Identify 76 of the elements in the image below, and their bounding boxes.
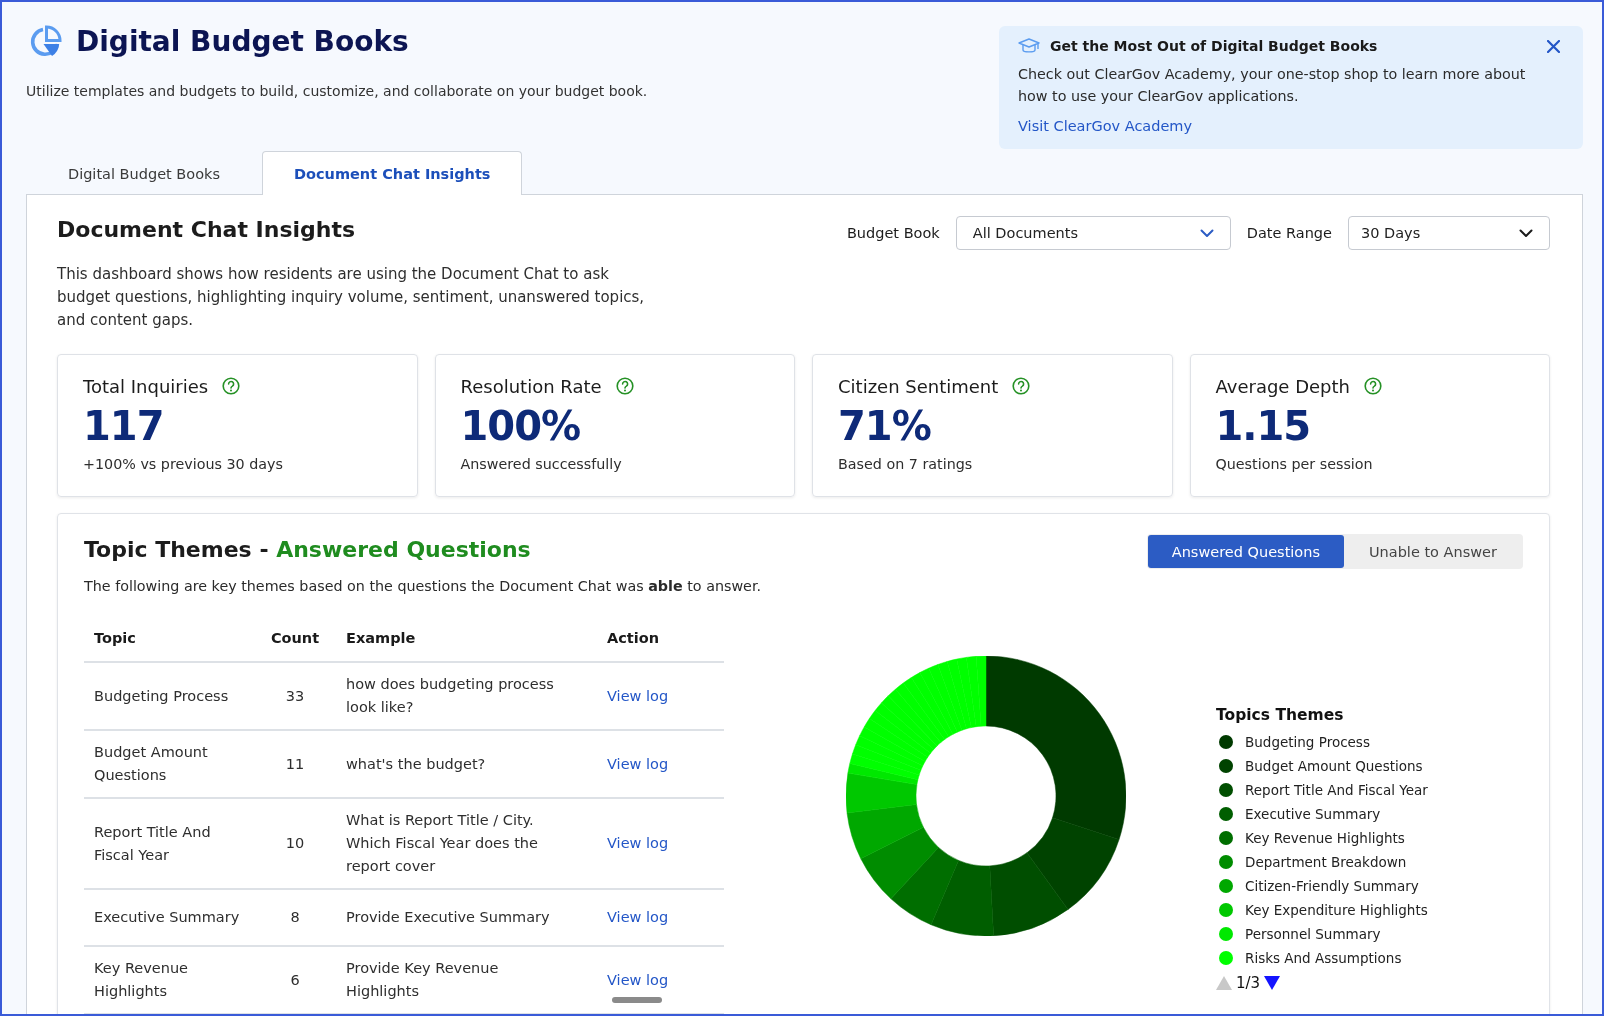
panel-title: Document Chat Insights	[57, 216, 356, 244]
legend-label: Budget Amount Questions	[1245, 758, 1423, 774]
view-log-link[interactable]: View log	[601, 826, 675, 861]
legend-label: Key Expenditure Highlights	[1245, 902, 1428, 918]
tab[interactable]: Digital Budget Books	[26, 151, 262, 195]
table-cell: What is Report Title / City. Which Fiscal Year does the report cover	[336, 798, 598, 889]
metric-note: Questions per session	[1215, 455, 1374, 474]
metric-title: Average Depth	[1215, 375, 1350, 397]
metric-title: Citizen Sentiment	[838, 375, 999, 397]
section-description: The following are key themes based on the questions the Document Chat was able to answer.	[84, 577, 762, 596]
table-cell: 8	[254, 889, 336, 946]
help-icon[interactable]	[222, 377, 241, 395]
tab[interactable]: Document Chat Insights	[262, 151, 523, 195]
table-cell: 6	[254, 946, 336, 1014]
metric-title: Resolution Rate	[460, 375, 602, 397]
view-log-link[interactable]: View log	[601, 746, 675, 782]
metric-value: 71%	[838, 404, 932, 448]
metric-value: 117	[83, 404, 165, 448]
metric-note: Answered successfully	[460, 455, 623, 474]
table-cell: how does budgeting process look like?	[336, 662, 598, 730]
view-log-link[interactable]: View log	[601, 678, 675, 714]
help-icon[interactable]	[1012, 377, 1031, 395]
toggle-button[interactable]: Answered Questions	[1147, 535, 1344, 568]
table-cell: what's the budget?	[336, 730, 598, 798]
pie-chart-logo-icon	[28, 25, 62, 59]
page-indicator: 1/3	[1236, 974, 1261, 992]
dropdown[interactable]: All Documents	[955, 216, 1231, 250]
table-cell: Key Revenue Highlights	[84, 946, 254, 1014]
legend-label: Department Breakdown	[1245, 854, 1407, 870]
scrollbar-thumb[interactable]	[612, 997, 662, 1003]
table-cell: 33	[254, 662, 336, 730]
legend-label: Executive Summary	[1245, 806, 1381, 822]
table-cell: Provide Executive Summary	[336, 889, 598, 946]
table-cell: Budgeting Process	[84, 662, 254, 730]
filter-label: Date Range	[1246, 225, 1332, 241]
legend-title: Topics Themes	[1216, 705, 1345, 726]
academy-link[interactable]: Visit ClearGov Academy	[1018, 116, 1193, 136]
panel-description: This dashboard shows how residents are using the Document Chat to ask budget questions, highlighting inquiry volume, sentiment, unanswered topics, and content gaps.	[57, 264, 646, 331]
down-triangle-icon[interactable]	[1264, 976, 1281, 990]
help-icon[interactable]	[615, 377, 634, 395]
section-title: Topic Themes - Answered Questions	[84, 535, 531, 564]
metric-title: Total Inquiries	[83, 375, 209, 397]
legend-label: Citizen-Friendly Summary	[1245, 878, 1419, 894]
column-header: Action	[598, 615, 724, 662]
close-icon[interactable]	[1547, 39, 1560, 53]
toggle-button[interactable]: Unable to Answer	[1343, 535, 1522, 568]
legend-label: Personnel Summary	[1245, 926, 1381, 942]
banner-text: Check out ClearGov Academy, your one-stop shop to learn more about how to use your ClearGov applications.	[1018, 65, 1527, 106]
metric-note: Based on 7 ratings	[838, 455, 974, 474]
table-cell: Executive Summary	[84, 889, 254, 946]
chevron-down-icon	[1199, 228, 1214, 238]
legend-label: Key Revenue Highlights	[1245, 830, 1405, 846]
metric-value: 100%	[460, 404, 582, 448]
metric-note: +100% vs previous 30 days	[83, 455, 284, 474]
table-cell: 10	[254, 798, 336, 889]
page-title: Digital Budget Books	[76, 24, 409, 60]
column-header: Example	[336, 615, 598, 662]
view-log-link[interactable]: View log	[601, 900, 675, 935]
table-cell: Provide Key Revenue Highlights	[336, 946, 598, 1014]
view-log-link[interactable]: View log	[601, 962, 675, 998]
legend-label: Budgeting Process	[1245, 734, 1370, 750]
column-header: Count	[254, 615, 336, 662]
column-header: Topic	[84, 615, 254, 662]
dropdown[interactable]: 30 Days	[1348, 216, 1550, 250]
legend-label: Risks And Assumptions	[1245, 950, 1402, 966]
filter-label: Budget Book	[846, 225, 940, 241]
help-icon[interactable]	[1363, 377, 1382, 395]
table-cell: Budget Amount Questions	[84, 730, 254, 798]
page-subtitle: Utilize templates and budgets to build, customize, and collaborate on your budget book.	[26, 82, 648, 101]
legend-label: Report Title And Fiscal Year	[1245, 782, 1428, 798]
chevron-down-icon	[1519, 228, 1533, 238]
metric-value: 1.15	[1215, 404, 1312, 448]
banner-title: Get the Most Out of Digital Budget Books	[1050, 38, 1378, 54]
table-cell: 11	[254, 730, 336, 798]
graduation-cap-icon	[1018, 38, 1040, 54]
table-cell: Report Title And Fiscal Year	[84, 798, 254, 889]
